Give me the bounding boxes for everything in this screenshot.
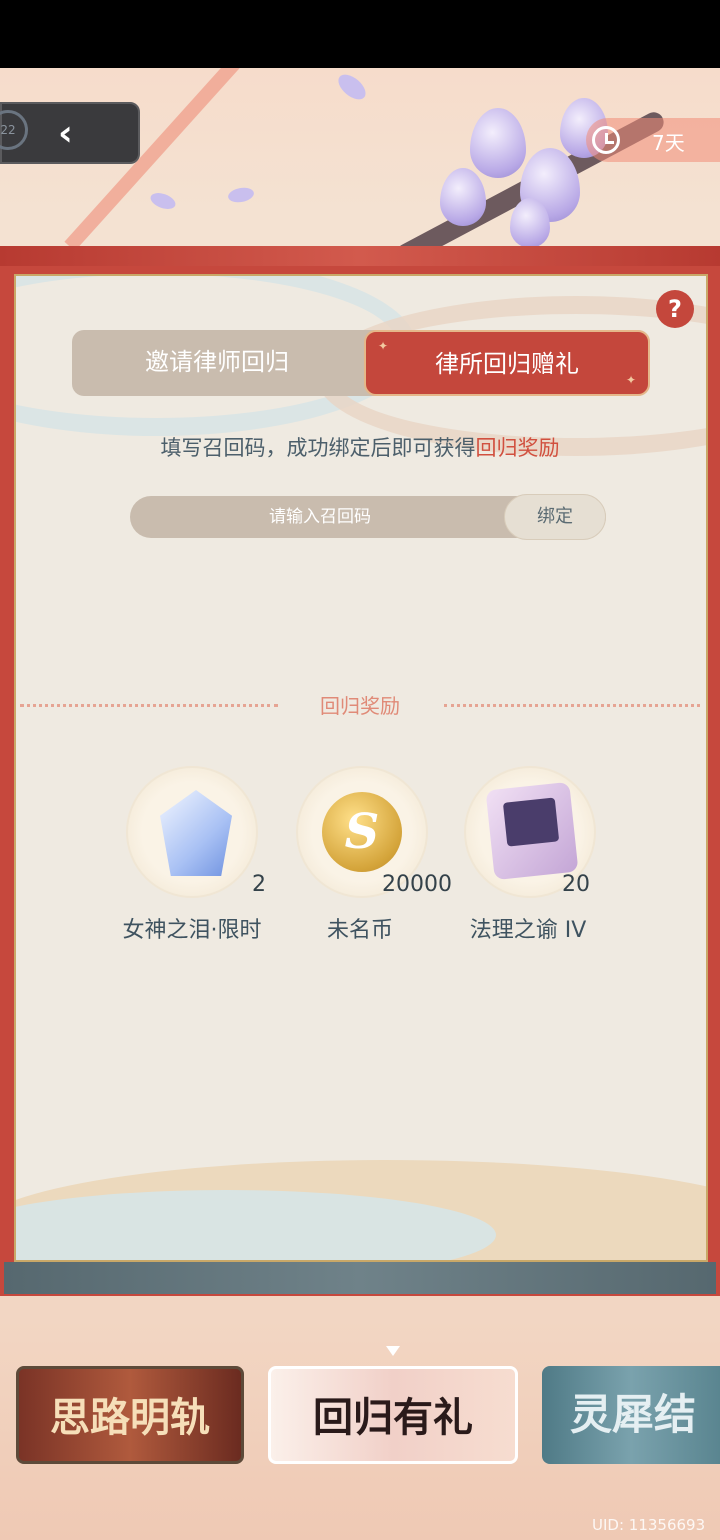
chevron-left-icon: ‹ — [58, 113, 73, 154]
tab-firm-return-gift-label: 律所回归赠礼 — [435, 350, 579, 378]
banner-thought-path[interactable]: 思路明轨 — [16, 1366, 244, 1464]
reward-qty: 20 — [562, 872, 590, 897]
tab-invite-lawyer[interactable]: 邀请律师回归 — [72, 330, 362, 396]
back-button[interactable]: 22 ‹ — [0, 102, 140, 164]
divider-right — [444, 704, 700, 707]
banner-label: 灵犀结 — [570, 1390, 697, 1439]
sparkle-icon: ✦ — [625, 373, 636, 387]
user-id: UID: 11356693 — [592, 1516, 706, 1534]
recall-code-input[interactable] — [130, 496, 510, 538]
reward-item[interactable]: 2 — [126, 766, 266, 906]
clock-icon — [592, 126, 620, 154]
sparkle-icon: ✦ — [378, 339, 389, 353]
banner-lingxi[interactable]: 灵犀结 — [542, 1366, 720, 1464]
help-button[interactable]: ? — [656, 290, 694, 328]
instruction-highlight: 回归奖励 — [475, 436, 560, 460]
chip-icon — [485, 781, 579, 881]
banner-label: 回归有礼 — [313, 1394, 473, 1441]
coin-icon: S — [322, 792, 402, 872]
reward-item[interactable]: 20 — [464, 766, 604, 906]
reward-qty: 2 — [252, 872, 266, 897]
tab-bar: 邀请律师回归 ✦ 律所回归赠礼 ✦ — [72, 330, 650, 396]
level-badge: 22 — [0, 110, 28, 150]
timer-days: 7天 — [652, 131, 685, 155]
selected-indicator-icon — [386, 1346, 400, 1356]
bind-button[interactable]: 绑定 — [504, 494, 606, 540]
reward-name: 法理之谕 IV — [469, 918, 587, 943]
event-timer: 7天 — [586, 118, 720, 162]
panel-frame-bottom — [4, 1262, 716, 1294]
banner-return-gift[interactable]: 回归有礼 — [268, 1366, 518, 1464]
banner-label: 思路明轨 — [50, 1394, 210, 1441]
reward-qty: 20000 — [382, 872, 452, 897]
recall-code-row: 绑定 — [130, 494, 606, 540]
instruction-text: 填写召回码，成功绑定后即可获得回归奖励 — [0, 432, 720, 462]
status-bar — [0, 0, 720, 68]
instruction-main: 填写召回码，成功绑定后即可获得 — [160, 436, 476, 460]
reward-item[interactable]: S 20000 — [296, 766, 452, 906]
tab-firm-return-gift[interactable]: ✦ 律所回归赠礼 ✦ — [364, 330, 650, 396]
